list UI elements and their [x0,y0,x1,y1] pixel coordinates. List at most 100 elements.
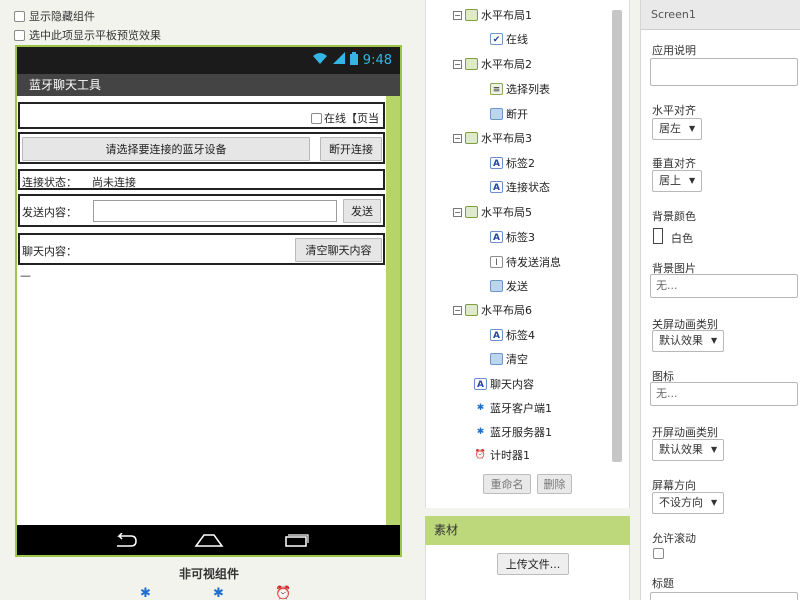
tree-item-connstate[interactable]: A 连接状态 [490,178,550,196]
label-icon: A [490,231,503,243]
scrollable-checkbox[interactable] [653,548,664,559]
label-icon: A [490,329,503,341]
tree-item-pending-msg[interactable]: I 待发送消息 [490,253,561,271]
tree-item-hlayout5[interactable]: − 水平布局5 [453,203,532,221]
status-time: 9:48 [362,53,392,68]
properties-header: Screen1 [641,0,800,30]
tree-item-label4[interactable]: A 标签4 [490,326,535,344]
open-anim-select[interactable]: 默认效果 ▼ [652,439,725,461]
textbox-icon: I [490,256,503,268]
tree-item-send[interactable]: 发送 [490,277,528,295]
tree-item-chat-content[interactable]: A 聊天内容 [474,375,534,393]
media-title: 素材 [434,523,459,537]
tree-item-hlayout3[interactable]: − 水平布局3 [453,129,532,147]
tablet-preview-label: 选中此项显示平板预览效果 [29,29,161,42]
orientation-value: 不设方向 [659,496,703,509]
horizontal-arrangement-1[interactable]: 在线【页当 [18,102,385,129]
tree-item-label: 待发送消息 [506,256,561,269]
choose-device-button[interactable]: 请选择要连接的蓝牙设备 [22,137,310,161]
tree-item-label: 在线 [506,33,528,46]
halign-value: 居左 [659,122,681,135]
tree-item-online[interactable]: ✔ 在线 [490,30,528,48]
about-screen-input[interactable] [650,58,798,86]
tree-item-label: 蓝牙服务器1 [490,426,552,439]
tree-item-label3[interactable]: A 标签3 [490,228,535,246]
clear-chat-button[interactable]: 清空聊天内容 [295,238,382,262]
online-checkbox-box[interactable] [311,112,322,124]
message-input[interactable] [93,200,337,222]
tablet-preview-checkbox[interactable] [14,29,25,41]
home-icon [194,532,224,551]
dropdown-arrow-icon: ▼ [711,445,718,454]
collapse-toggle-icon[interactable]: − [453,10,462,20]
tree-item-label: 清空 [506,353,528,366]
icon-input[interactable]: 无... [650,382,798,406]
delete-button[interactable]: 删除 [537,474,572,494]
nonvisible-title: 非可视组件 [178,567,239,581]
viewer-scrollbar[interactable] [386,96,400,526]
dropdown-arrow-icon: ▼ [689,176,696,185]
tree-item-label: 选择列表 [506,83,550,96]
upload-file-button[interactable]: 上传文件... [497,553,569,575]
clock-icon: ⏰ [275,586,292,600]
bgcolor-label: 背景颜色 [652,210,696,223]
show-hidden-option[interactable]: 显示隐藏组件 [14,8,95,24]
valign-value: 居上 [659,174,681,187]
tree-item-label2[interactable]: A 标签2 [490,154,535,172]
bgcolor-swatch[interactable] [653,228,663,244]
bgcolor-value[interactable]: 白色 [671,230,693,246]
tree-item-clear[interactable]: 清空 [490,350,528,368]
tree-item-label: 计时器1 [490,449,530,462]
tablet-preview-option[interactable]: 选中此项显示平板预览效果 [14,27,161,43]
tree-item-bt-server[interactable]: ✱ 蓝牙服务器1 [474,423,552,441]
horizontal-layout-icon [465,9,478,21]
title-input[interactable] [650,592,798,600]
online-checkbox[interactable]: 在线【页当 [311,110,379,126]
tree-item-label: 水平布局1 [481,9,532,22]
horizontal-arrangement-2[interactable]: 请选择要连接的蓝牙设备 断开连接 [18,132,385,164]
dropdown-arrow-icon: ▼ [689,124,696,133]
horizontal-arrangement-6[interactable]: 聊天内容： 清空聊天内容 [18,233,385,265]
tree-item-listpicker[interactable]: ≡ 选择列表 [490,80,550,98]
tree-scrollbar[interactable] [612,10,622,462]
signal-icon [332,52,345,69]
tree-item-label: 断开 [506,108,528,121]
valign-select[interactable]: 居上 ▼ [652,170,703,192]
tree-item-label: 标签3 [506,231,535,244]
valign-label: 垂直对齐 [652,157,696,170]
wifi-icon [312,52,328,69]
close-anim-select[interactable]: 默认效果 ▼ [652,330,725,352]
button-icon [490,353,503,365]
collapse-toggle-icon[interactable]: − [453,59,462,69]
halign-select[interactable]: 居左 ▼ [652,118,703,140]
tree-item-hlayout1[interactable]: − 水平布局1 [453,6,532,24]
collapse-toggle-icon[interactable]: − [453,305,462,315]
collapse-toggle-icon[interactable]: − [453,133,462,143]
send-content-label: 发送内容： [22,206,77,219]
show-hidden-checkbox[interactable] [14,10,25,22]
dropdown-arrow-icon: ▼ [711,336,718,345]
conn-state-value: 尚未连接 [92,176,136,189]
horizontal-arrangement-5[interactable]: 发送内容： 发送 [18,194,385,227]
tree-item-bt-client[interactable]: ✱ 蓝牙客户端1 [474,399,552,417]
tree-item-label: 聊天内容 [490,378,534,391]
tree-item-clock[interactable]: ⏰ 计时器1 [474,446,530,464]
title-label: 标题 [652,577,674,590]
scrollable-label: 允许滚动 [652,532,696,545]
tree-item-disconnect[interactable]: 断开 [490,105,528,123]
recent-apps-icon [282,532,310,551]
orientation-select[interactable]: 不设方向 ▼ [652,492,725,514]
tree-item-label: 蓝牙客户端1 [490,402,552,415]
bluetooth-icon: ✱ [476,427,485,437]
send-button[interactable]: 发送 [343,199,381,223]
horizontal-arrangement-3[interactable]: 连接状态： 尚未连接 [18,169,385,190]
bgimage-input[interactable]: 无... [650,274,798,298]
open-anim-value: 默认效果 [659,443,703,456]
collapse-toggle-icon[interactable]: − [453,207,462,217]
disconnect-button[interactable]: 断开连接 [320,137,382,161]
tree-item-hlayout2[interactable]: − 水平布局2 [453,55,532,73]
rename-button[interactable]: 重命名 [483,474,531,494]
tree-item-label: 发送 [506,280,528,293]
tree-item-label: 连接状态 [506,181,550,194]
tree-item-hlayout6[interactable]: − 水平布局6 [453,301,532,319]
